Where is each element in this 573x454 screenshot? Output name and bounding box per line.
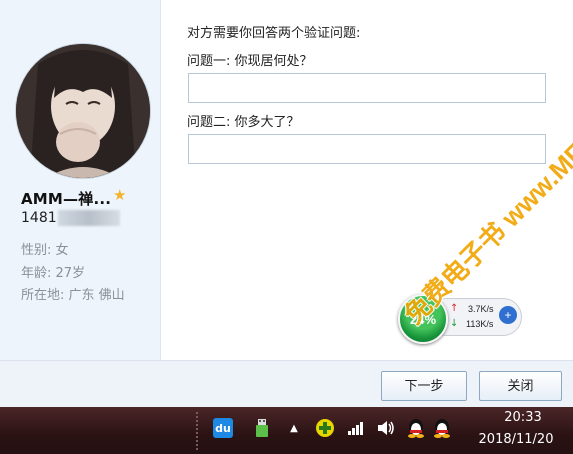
- redaction-mask: [58, 210, 120, 226]
- taskbar-grip: [196, 412, 204, 450]
- question2-label: 问题二: 你多大了？: [187, 115, 300, 130]
- avatar: [16, 44, 150, 178]
- star-icon: ★: [113, 186, 127, 204]
- contact-location: 所在地: 广东 佛山: [21, 288, 125, 303]
- upload-arrow-icon: ↑: [450, 303, 459, 314]
- volume-icon[interactable]: [376, 418, 396, 438]
- close-button[interactable]: 关闭: [479, 371, 562, 401]
- download-arrow-icon: ↓: [450, 318, 459, 329]
- tray-up-arrow-icon[interactable]: ▲: [284, 418, 304, 438]
- upload-speed: 3.7K/s: [468, 304, 494, 314]
- question1-label: 问题一: 你现居何处？: [187, 54, 313, 69]
- question2-answer-input[interactable]: [188, 134, 546, 164]
- taskbar-clock-date[interactable]: 2018/11/20: [466, 432, 566, 447]
- network-signal-icon[interactable]: [346, 418, 366, 438]
- usb-icon[interactable]: [252, 418, 272, 438]
- contact-nickname: AMM—禅...: [21, 190, 112, 208]
- add-friend-dialog: AMM—禅... ★ 1481 性别: 女 年龄: 27岁 所在地: 广东 佛山…: [0, 0, 573, 408]
- qq-penguin-icon-2[interactable]: [432, 418, 452, 438]
- accelerate-icon[interactable]: +: [499, 306, 517, 324]
- download-speed: 113K/s: [466, 319, 494, 329]
- qq-penguin-icon[interactable]: [406, 418, 426, 438]
- contact-qq-number: 1481: [21, 210, 57, 226]
- add-plus-icon[interactable]: [315, 418, 335, 438]
- next-step-button[interactable]: 下一步: [381, 371, 467, 401]
- taskbar-clock-time[interactable]: 20:33: [483, 410, 563, 425]
- verification-heading: 对方需要你回答两个验证问题:: [187, 26, 361, 41]
- baidu-du-icon[interactable]: du: [213, 418, 233, 438]
- contact-age: 年龄: 27岁: [21, 266, 86, 281]
- question1-answer-input[interactable]: [188, 73, 546, 103]
- contact-gender: 性别: 女: [21, 243, 69, 258]
- net-usage-gauge[interactable]: 24%: [398, 294, 448, 344]
